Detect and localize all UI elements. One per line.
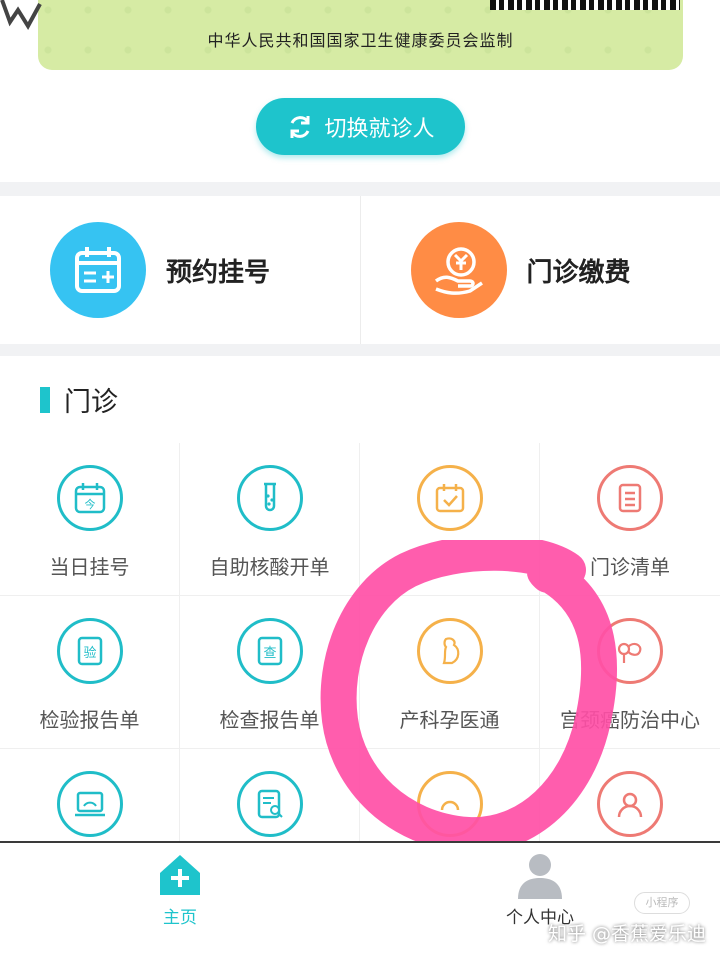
outpatient-grid: 今 当日挂号 自助核酸开单 门诊清单 验 检验报告单 查 检查报告单 产科孕医通… [0, 443, 720, 902]
section-header: 门诊 [40, 380, 118, 419]
refresh-icon [290, 115, 310, 138]
calendar-check-icon [416, 465, 483, 531]
health-code-card[interactable]: 中华人民共和国国家卫生健康委员会监制 [38, 0, 683, 70]
grid-item-lab-report[interactable]: 验 检验报告单 [0, 596, 180, 749]
grid-item-obstetrics[interactable]: 产科孕医通 [360, 596, 540, 749]
home-icon [160, 855, 200, 895]
section-title: 门诊 [64, 387, 118, 418]
test-tube-icon [236, 465, 303, 531]
monitor-text: 中华人民共和国国家卫生健康委员会监制 [207, 31, 514, 50]
grid-item-label: 产科孕医通 [399, 708, 500, 732]
lab-report-icon: 验 [56, 618, 123, 684]
nav-profile[interactable]: 个人中心 [480, 851, 600, 928]
grid-item-cervical-center[interactable]: 宫颈癌防治中心 [540, 596, 720, 749]
orange-partial-icon [416, 771, 483, 837]
grid-item-label: 检查报告单 [219, 708, 320, 732]
grid-item-same-day-registration[interactable]: 今 当日挂号 [0, 443, 180, 596]
grid-item-calendar-check[interactable] [360, 443, 540, 596]
main-services: 预约挂号 门诊缴费 [0, 196, 720, 344]
section-accent-bar [40, 386, 50, 413]
app-screen: 中华人民共和国国家卫生健康委员会监制 切换就诊人 预约挂号 门诊缴费 门诊 今 … [0, 0, 720, 960]
ultrasound-icon [56, 771, 123, 837]
grid-item-label: 自助核酸开单 [209, 555, 330, 579]
grid-item-label: 门诊清单 [590, 555, 670, 579]
exam-glyph: 查 [263, 646, 276, 661]
grid-item-label: 当日挂号 [49, 555, 130, 579]
divider [0, 182, 720, 196]
pregnancy-icon [416, 618, 483, 684]
nav-home-label: 主页 [163, 908, 197, 928]
switch-patient-label: 切换就诊人 [324, 116, 435, 142]
switch-patient-button[interactable]: 切换就诊人 [256, 98, 465, 155]
person-icon [518, 854, 562, 899]
corner-badge-icon [0, 0, 42, 30]
calendar-glyph: 今 [84, 497, 95, 511]
appointment-button[interactable]: 预约挂号 [0, 196, 360, 344]
document-search-icon [236, 771, 303, 837]
payment-hand-icon [410, 222, 507, 318]
appointment-label: 预约挂号 [166, 257, 271, 288]
watermark-badge: 小程序 [634, 892, 690, 914]
calendar-today-icon: 今 [56, 465, 123, 531]
grid-item-nucleic-acid-order[interactable]: 自助核酸开单 [180, 443, 360, 596]
calendar-plus-icon [50, 222, 146, 318]
qr-code-edge [490, 0, 680, 10]
grid-item-label: 宫颈癌防治中心 [560, 708, 700, 732]
payment-label: 门诊缴费 [526, 257, 631, 288]
payment-button[interactable]: 门诊缴费 [359, 196, 720, 344]
list-icon [597, 465, 663, 531]
watermark-text: 知乎 @香蕉爱乐迪 [547, 923, 706, 945]
divider [0, 344, 720, 356]
exam-report-icon: 查 [236, 618, 303, 684]
lab-glyph: 验 [83, 645, 96, 661]
cervical-center-icon [597, 618, 663, 684]
user-icon [597, 771, 663, 837]
nav-home[interactable]: 主页 [120, 851, 240, 928]
grid-item-outpatient-list[interactable]: 门诊清单 [540, 443, 720, 596]
grid-item-label: 检验报告单 [39, 708, 140, 732]
grid-item-exam-report[interactable]: 查 检查报告单 [180, 596, 360, 749]
